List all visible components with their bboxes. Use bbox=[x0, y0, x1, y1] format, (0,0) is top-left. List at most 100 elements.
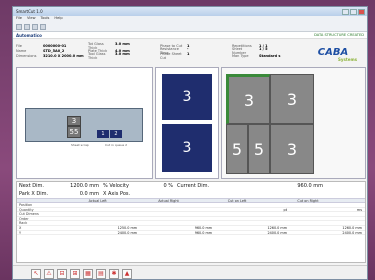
info-key: Tool Glass Thick bbox=[88, 51, 106, 60]
table-cell bbox=[140, 203, 215, 207]
table-cell: 1260.0 mm bbox=[342, 225, 362, 230]
cutting-panels: 3 55 1 2 Sheet scrap Cut in queue 2 3 3 … bbox=[16, 67, 366, 179]
row-label: Quantity bbox=[19, 207, 34, 212]
maximize-button[interactable] bbox=[350, 8, 357, 15]
dims-row: Next Dim. 1200.0 mm % Velocity 0 % Curre… bbox=[17, 182, 365, 190]
table-cell: 2400.0 mm bbox=[117, 230, 138, 235]
menu-tools[interactable]: Tools bbox=[41, 16, 50, 22]
table-icon[interactable]: ▤ bbox=[96, 268, 106, 279]
row-label: Order bbox=[19, 216, 29, 221]
column-header: Cut on Right bbox=[297, 199, 319, 203]
layout-piece: 5 bbox=[226, 124, 248, 174]
row-label: Position bbox=[19, 203, 33, 207]
table-cell bbox=[290, 221, 365, 225]
application-window: SmartCut 1.0 File View Tools Help Automa… bbox=[12, 6, 368, 280]
info-value: Standard s bbox=[259, 53, 281, 58]
column-header: Actual Left bbox=[88, 199, 107, 203]
table-cell: pt bbox=[283, 207, 288, 212]
piece-cell-navy: 1 bbox=[97, 130, 109, 138]
job-info: File 0000000-01 Tot Glass Thick 3.0 mm Pha… bbox=[16, 42, 306, 67]
park-x-value: 0.0 mm bbox=[79, 191, 99, 197]
table-cell bbox=[140, 221, 215, 225]
toolbar-save-icon[interactable] bbox=[24, 24, 30, 30]
alert-icon[interactable]: ▲ bbox=[122, 268, 132, 279]
table-cell: 2400.0 mm bbox=[342, 230, 362, 235]
info-key: File bbox=[16, 43, 22, 48]
toolbar-open-icon[interactable] bbox=[16, 24, 22, 30]
layout-piece: 5 bbox=[248, 124, 270, 174]
row-label: Cut Dimens bbox=[19, 212, 39, 217]
table-cell bbox=[215, 221, 290, 225]
piece-cell: 3 bbox=[67, 116, 81, 126]
current-dim-label: Current Dim. bbox=[177, 183, 210, 189]
star-icon[interactable]: ✱ bbox=[109, 268, 119, 279]
layout-piece: 3 bbox=[270, 124, 314, 174]
logo-subtext: Systems bbox=[337, 57, 357, 62]
info-value: STD_5A0_2 bbox=[43, 48, 65, 53]
window-title: SmartCut 1.0 bbox=[16, 9, 43, 14]
next-dim-value: 1200.0 mm bbox=[70, 183, 99, 189]
toolbar bbox=[13, 22, 367, 32]
menu-file[interactable]: File bbox=[16, 16, 22, 22]
pointer-tool-icon[interactable]: ↖ bbox=[31, 268, 41, 279]
piece-cell: 55 bbox=[67, 126, 81, 138]
table-cell bbox=[65, 203, 140, 207]
table-cell: 1260.0 mm bbox=[267, 225, 288, 230]
info-row: Dimensions 3210.0 X 2000.0 mm Tool Glass … bbox=[16, 51, 306, 60]
bottom-toolbar: ↖ ⚠ ⊟ ⊞ ▦ ▤ ✱ ▲ bbox=[13, 265, 367, 279]
piece-preview: 3 bbox=[162, 74, 212, 120]
warning-icon[interactable]: ⚠ bbox=[44, 268, 54, 279]
piece-cell-navy: 2 bbox=[110, 130, 122, 138]
dims-row: Park X Dim. 0.0 mm X Axis Pos. bbox=[17, 190, 365, 198]
cut-horizontal-icon[interactable]: ⊟ bbox=[57, 268, 67, 279]
table-cell bbox=[215, 203, 290, 207]
table-cell bbox=[65, 212, 140, 216]
info-value: 0000000-01 bbox=[43, 43, 67, 48]
panel-caption: Sheet scrap bbox=[71, 143, 89, 147]
next-dim-label: Next Dim. bbox=[19, 183, 44, 189]
table-cell bbox=[140, 208, 215, 212]
layout-piece: 3 bbox=[270, 74, 314, 124]
minimize-button[interactable] bbox=[342, 8, 349, 15]
row-label: X bbox=[19, 225, 22, 230]
table-cell bbox=[65, 221, 140, 225]
machine-data-area: Next Dim. 1200.0 mm % Velocity 0 % Curre… bbox=[16, 181, 366, 263]
column-header: Actual Right bbox=[158, 199, 179, 203]
current-pieces-panel[interactable]: 3 3 bbox=[155, 67, 219, 179]
sheet-overview-panel[interactable]: 3 55 1 2 Sheet scrap Cut in queue 2 bbox=[16, 67, 153, 179]
table-cell bbox=[290, 212, 365, 216]
table-cell bbox=[65, 208, 140, 212]
menu-help[interactable]: Help bbox=[54, 16, 62, 22]
table-cell: 2400.0 mm bbox=[267, 230, 288, 235]
title-bar: SmartCut 1.0 bbox=[13, 7, 367, 16]
grid-icon[interactable]: ▦ bbox=[83, 268, 93, 279]
column-header bbox=[17, 199, 87, 202]
table-cell bbox=[215, 212, 290, 216]
column-header: Cut on Left bbox=[227, 199, 247, 203]
current-dim-value: 960.0 mm bbox=[297, 183, 323, 189]
table-cell bbox=[140, 217, 215, 221]
status-message: DATA STRUCTURE CREATED bbox=[314, 33, 364, 37]
info-value: 1 bbox=[187, 51, 190, 56]
park-x-label: Park X Dim. bbox=[19, 191, 49, 197]
velocity-label: % Velocity bbox=[103, 183, 129, 189]
info-value: 3210.0 X 2000.0 mm bbox=[43, 53, 84, 58]
cut-vertical-icon[interactable]: ⊞ bbox=[70, 268, 80, 279]
mode-title: Automatico bbox=[16, 32, 42, 38]
layout-detail-panel[interactable]: 3 3 5 5 3 bbox=[221, 67, 366, 179]
close-button[interactable] bbox=[358, 8, 365, 15]
menu-view[interactable]: View bbox=[27, 16, 36, 22]
info-key: Dimensions bbox=[16, 53, 37, 58]
x-axis-label: X Axis Pos. bbox=[103, 191, 131, 197]
info-value: 3.0 mm bbox=[115, 51, 130, 56]
velocity-value: 0 % bbox=[163, 183, 173, 189]
table-cell: 1250.0 mm bbox=[117, 225, 138, 230]
glass-sheet bbox=[25, 108, 143, 142]
table-cell: 960.0 mm bbox=[194, 230, 213, 235]
row-label: Y bbox=[19, 230, 22, 235]
toolbar-print-icon[interactable] bbox=[32, 24, 38, 30]
logo-text: CABA bbox=[317, 46, 349, 58]
toolbar-settings-icon[interactable] bbox=[40, 24, 46, 30]
table-cell bbox=[215, 217, 290, 221]
row-label: Rack bbox=[19, 221, 28, 226]
